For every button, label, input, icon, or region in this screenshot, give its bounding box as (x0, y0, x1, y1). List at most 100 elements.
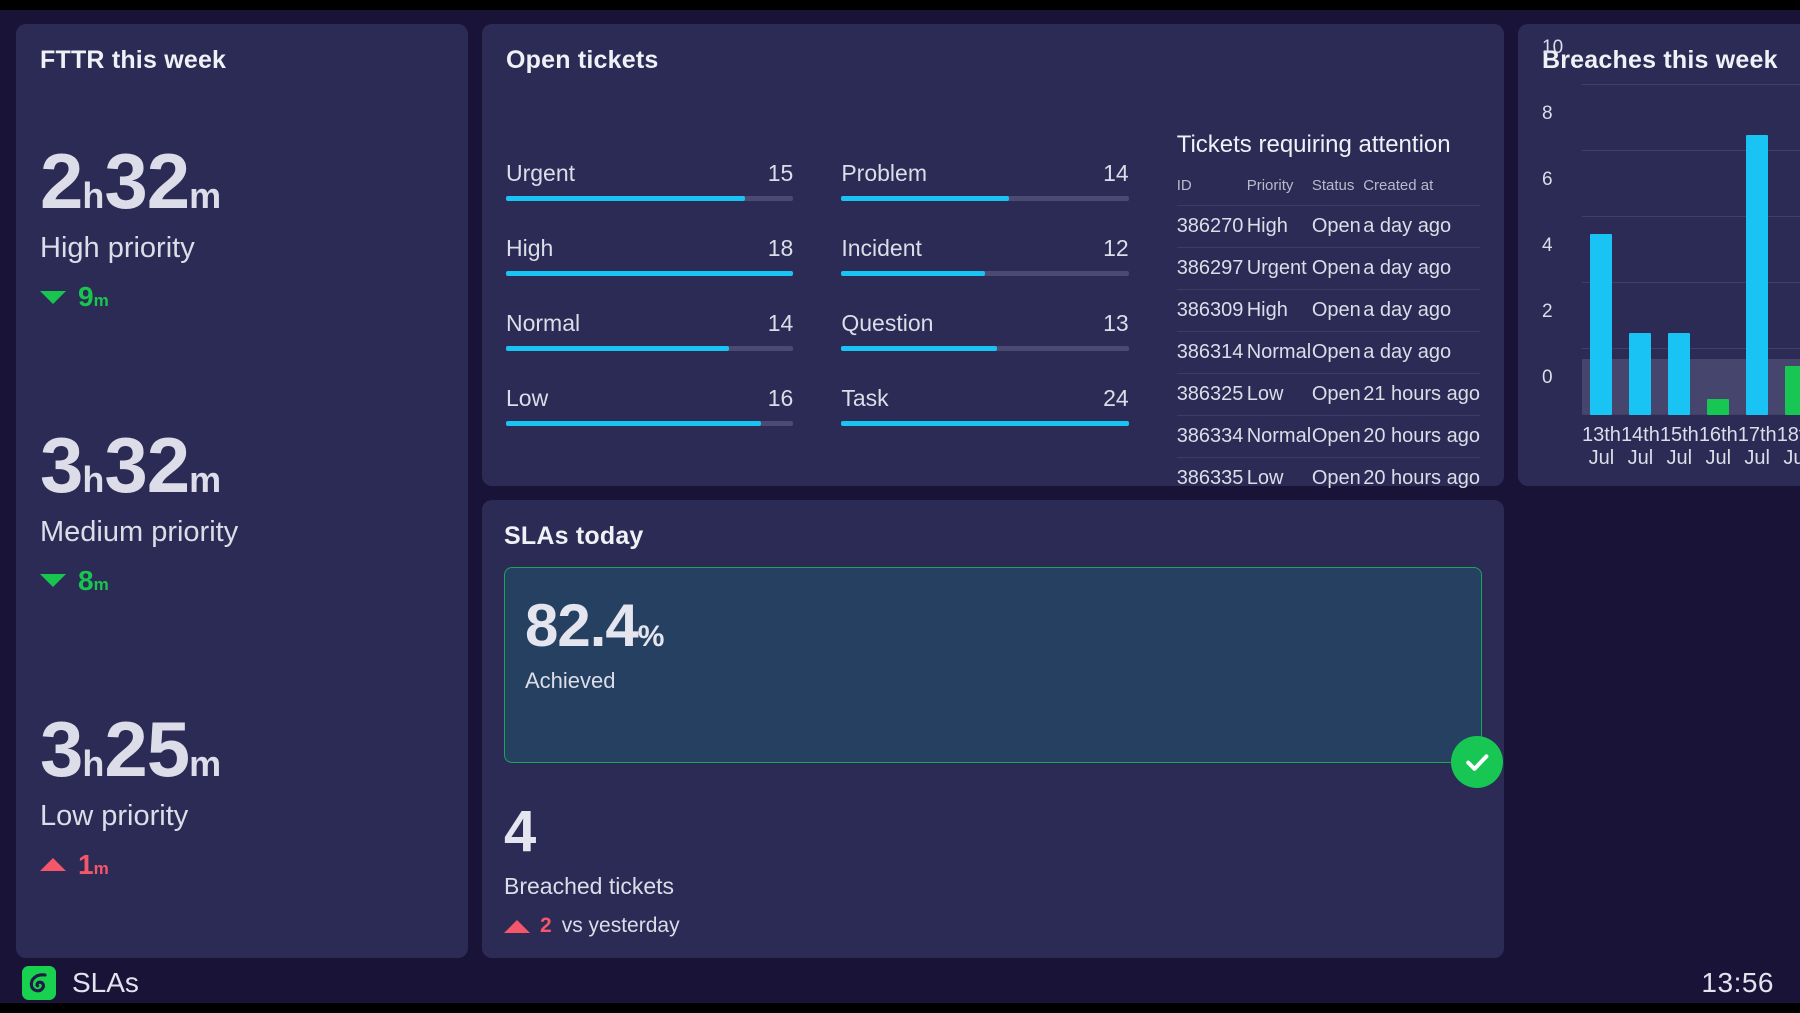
bar-fill (506, 421, 762, 426)
cell-id: 386325 (1176, 373, 1247, 416)
table-row[interactable]: 386325 Low Open 21 hours ago (1176, 373, 1480, 416)
cell-id: 386309 (1176, 289, 1247, 332)
bar-fill (506, 346, 730, 351)
panel-open-tickets: Open tickets Urgent 15 High 18 Normal 14 Low 16… (482, 24, 1504, 499)
chart-bar[interactable] (1746, 134, 1769, 415)
panel-slas-today: SLAs today 82.4 % Achieved 4 Breached ti… (482, 500, 1504, 958)
chart-bar[interactable] (1668, 332, 1691, 415)
cell-status: Open (1311, 415, 1364, 458)
y-axis-tick-label: 6 (1542, 169, 1553, 191)
x-axis-tick-label: 14th Jul (1620, 424, 1660, 469)
y-axis-tick-label: 8 (1542, 103, 1553, 125)
cell-status: Open (1311, 457, 1364, 499)
breached-tickets-label: Breached tickets (504, 873, 675, 899)
x-axis-tick-label: 13th Jul (1582, 424, 1621, 469)
fttr-value-medium: 3 h 32 m (40, 426, 444, 504)
bar-fill (841, 271, 986, 276)
bar-label: Task (841, 385, 889, 411)
bar-head: Task 24 (841, 385, 1128, 412)
dashboard-grid: FTTR this week 2 h 32 m High priority 9 (0, 10, 1800, 962)
fttr-title: FTTR this week (40, 46, 227, 74)
fttr-delta-medium: 8 m (40, 566, 444, 595)
chart-bar[interactable] (1785, 365, 1800, 415)
fttr-metric-low: 3 h 25 m Low priority 1 m (40, 710, 444, 879)
bar-value: 14 (767, 310, 794, 336)
cell-priority: Normal (1246, 331, 1312, 374)
cell-priority: Urgent (1246, 247, 1312, 290)
fttr-minutes-unit-high: m (189, 175, 222, 217)
fttr-minutes-high: 32 (104, 137, 190, 226)
fttr-label-low: Low priority (40, 799, 189, 832)
open-ticket-bar-row: High 18 (506, 235, 794, 276)
cell-priority: Low (1246, 457, 1312, 499)
fttr-hours-unit-high: h (82, 175, 105, 217)
brand-area: SLAs (22, 965, 139, 1000)
breached-tickets-value: 4 (504, 799, 537, 864)
fttr-metric-medium: 3 h 32 m Medium priority 8 m (40, 426, 444, 595)
table-row[interactable]: 386297 Urgent Open a day ago (1176, 247, 1480, 290)
fttr-label-medium: Medium priority (40, 515, 239, 548)
fttr-delta-text-high: 9 m (78, 283, 109, 311)
bar-track (506, 196, 794, 201)
cell-created: a day ago (1363, 331, 1480, 374)
cell-created: a day ago (1363, 247, 1480, 290)
achieved-percent-sign: % (637, 620, 665, 653)
table-header-row: ID Priority Status Created at (1177, 177, 1480, 206)
fttr-delta-low: 1 m (40, 850, 444, 879)
check-circle-icon (1451, 736, 1503, 788)
bar-label: High (506, 235, 554, 261)
cell-priority: High (1246, 205, 1312, 248)
table-row[interactable]: 386309 High Open a day ago (1176, 289, 1480, 332)
dashboard-screen: FTTR this week 2 h 32 m High priority 9 (0, 10, 1800, 1003)
bar-track (841, 421, 1129, 426)
bar-label: Low (506, 385, 549, 411)
fttr-hours-unit-medium: h (82, 458, 105, 500)
fttr-value-low: 3 h 25 m (40, 710, 444, 788)
x-axis-tick-label: 18th Jul (1776, 424, 1800, 469)
fttr-value-high: 2 h 32 m (40, 142, 444, 220)
chart-bar[interactable] (1629, 332, 1652, 415)
chart-bar[interactable] (1707, 398, 1730, 415)
bar-value: 18 (767, 235, 794, 261)
panel-breaches-this-week: Breaches this week 0 2 4 6 8 10 13th Jul 14th … (1518, 24, 1800, 486)
achieved-label: Achieved (525, 668, 616, 693)
bar-value: 24 (1103, 385, 1129, 411)
cell-status: Open (1311, 289, 1364, 332)
table-row[interactable]: 386334 Normal Open 20 hours ago (1176, 415, 1480, 458)
breaches-x-axis: 13th Jul 14th Jul 15th Jul 16th Jul 17th Jul… (1582, 415, 1800, 470)
panel-fttr-this-week: FTTR this week 2 h 32 m High priority 9 (16, 24, 468, 958)
bar-label: Normal (506, 310, 581, 336)
achieved-number: 82.4 (525, 592, 639, 659)
cell-id: 386334 (1176, 415, 1247, 458)
column-header-created: Created at (1363, 177, 1434, 194)
open-ticket-bar-row: Incident 12 (841, 235, 1129, 276)
bar-fill (841, 346, 997, 351)
cell-created: a day ago (1363, 205, 1480, 248)
table-row[interactable]: 386314 Normal Open a day ago (1176, 331, 1480, 374)
bar-label: Incident (841, 235, 922, 261)
cell-created: 20 hours ago (1363, 415, 1480, 458)
bar-fill (506, 196, 746, 201)
bar-label: Problem (841, 160, 927, 186)
y-axis-tick-label: 4 (1542, 235, 1553, 257)
bar-value: 14 (1103, 160, 1129, 186)
dashboard-footer: SLAs 13:56 (0, 962, 1800, 1003)
cell-status: Open (1311, 331, 1364, 374)
table-row[interactable]: 386270 High Open a day ago (1176, 205, 1480, 248)
chart-bar[interactable] (1590, 233, 1613, 415)
achieved-metric-box: 82.4 % Achieved (504, 567, 1503, 788)
bar-head: High 18 (506, 235, 793, 262)
column-header-status: Status (1311, 177, 1355, 194)
chart-bar-cell (1660, 85, 1699, 415)
fttr-delta-high: 9 m (40, 283, 444, 311)
triangle-down-icon (40, 290, 66, 304)
bar-track (841, 346, 1129, 351)
triangle-up-icon (40, 858, 66, 872)
triangle-down-icon (40, 574, 66, 588)
table-row[interactable]: 386335 Low Open 20 hours ago (1176, 457, 1480, 499)
fttr-minutes-unit-medium: m (189, 458, 222, 500)
bar-track (506, 346, 794, 351)
fttr-delta-text-medium: 8 m (78, 566, 109, 595)
slas-today-title: SLAs today (504, 522, 644, 550)
chart-bar-cell (1582, 85, 1621, 415)
